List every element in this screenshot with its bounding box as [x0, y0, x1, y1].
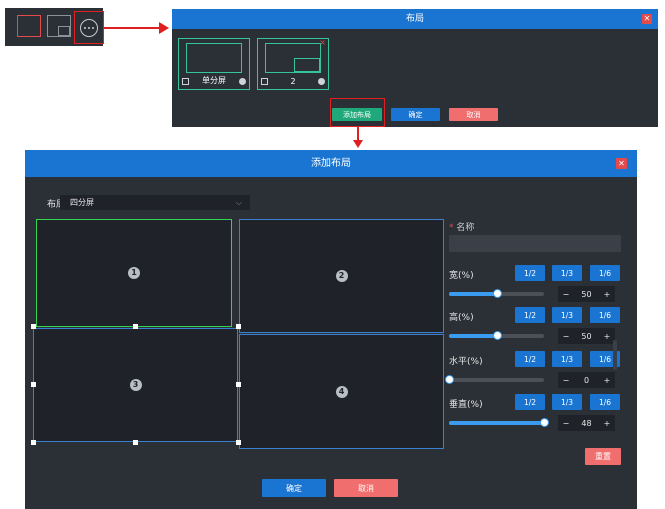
resize-handle[interactable]: [133, 440, 138, 445]
minus-button[interactable]: −: [558, 332, 574, 341]
callout-arrow-head: [353, 140, 363, 148]
slider-track[interactable]: [449, 289, 544, 298]
value-stepper: −50 +: [558, 286, 615, 302]
minus-button[interactable]: −: [558, 419, 574, 428]
minus-button[interactable]: −: [558, 290, 574, 299]
fraction-button[interactable]: 1/3: [552, 265, 582, 281]
value-stepper: −0 +: [558, 372, 615, 388]
slider-track[interactable]: [445, 375, 544, 384]
chevron-down-icon: ⌵: [235, 198, 242, 207]
resize-handle[interactable]: [31, 324, 36, 329]
plus-button[interactable]: +: [599, 290, 615, 299]
more-highlight-box: [74, 11, 104, 44]
add-layout-dialog: 添加布局 ✕ 布局 四分屏 ⌵ 2 4 3 1 * 名称 宽(%) 1/2 1/3 1…: [25, 150, 637, 509]
reset-button[interactable]: 重置: [585, 448, 621, 465]
slider-knob[interactable]: [445, 375, 454, 384]
plus-button[interactable]: +: [599, 376, 615, 385]
layout-dialog: 布局 ✕ 单分屏 × 2 添加布局 确定 取消: [172, 9, 658, 127]
resize-handle[interactable]: [236, 324, 241, 329]
pip-layout-icon[interactable]: [47, 15, 71, 37]
resize-handle[interactable]: [31, 382, 36, 387]
prop-label: 垂直(%): [449, 400, 483, 410]
single-screen-icon[interactable]: [17, 15, 41, 37]
close-icon[interactable]: ✕: [642, 14, 652, 24]
fraction-button[interactable]: 1/2: [515, 394, 545, 410]
fraction-button[interactable]: 1/6: [590, 394, 620, 410]
pane-number: 4: [335, 385, 348, 398]
prop-label: 水平(%): [449, 357, 483, 367]
pane-1[interactable]: 1: [36, 219, 232, 327]
slider-knob[interactable]: [492, 289, 502, 298]
fraction-button[interactable]: 1/6: [590, 265, 620, 281]
layout-select-value: 四分屏: [70, 198, 94, 207]
resize-handle[interactable]: [236, 440, 241, 445]
callout-arrow-head: [159, 22, 169, 34]
layout-dialog-header: 布局 ✕: [172, 9, 658, 29]
confirm-button[interactable]: 确定: [262, 479, 326, 497]
pane-number: 2: [335, 270, 348, 282]
add-layout-dialog-header: 添加布局 ✕: [25, 150, 637, 177]
layout-card-single[interactable]: 单分屏: [178, 38, 250, 90]
layout-sub-window: [294, 58, 320, 72]
slider-track[interactable]: [449, 331, 544, 340]
resize-handle[interactable]: [236, 382, 241, 387]
fraction-button[interactable]: 1/3: [552, 307, 582, 323]
confirm-button[interactable]: 确定: [391, 108, 440, 121]
fraction-button[interactable]: 1/2: [515, 265, 545, 281]
layout-thumbnail: [265, 43, 321, 73]
pane-3[interactable]: 3: [33, 328, 238, 442]
cancel-button[interactable]: 取消: [334, 479, 398, 497]
close-icon[interactable]: ✕: [616, 158, 627, 169]
layout-dialog-title: 布局: [405, 14, 424, 24]
gear-icon[interactable]: [318, 78, 325, 85]
name-label-text: 名称: [456, 223, 475, 233]
slider-knob[interactable]: [540, 418, 549, 427]
scrollbar[interactable]: [613, 340, 617, 370]
layout-card-2[interactable]: × 2: [257, 38, 329, 90]
add-layout-dialog-title: 添加布局: [311, 158, 351, 169]
layout-toolbar: [5, 8, 104, 46]
delete-icon[interactable]: ×: [319, 39, 326, 47]
prop-label: 宽(%): [449, 271, 474, 281]
slider-knob[interactable]: [492, 331, 502, 340]
resize-handle[interactable]: [31, 440, 36, 445]
stepper-value[interactable]: 50: [574, 332, 599, 341]
callout-arrow-line: [103, 27, 161, 29]
plus-button[interactable]: +: [599, 419, 615, 428]
name-input[interactable]: [449, 235, 621, 252]
value-stepper: −48 +: [558, 415, 615, 431]
fraction-button[interactable]: 1/2: [515, 307, 545, 323]
fraction-button[interactable]: 1/2: [515, 351, 545, 367]
fraction-button[interactable]: 1/3: [552, 394, 582, 410]
plus-button[interactable]: +: [599, 332, 615, 341]
prop-label: 高(%): [449, 313, 474, 323]
fraction-button[interactable]: 1/3: [552, 351, 582, 367]
more-icon[interactable]: [80, 19, 98, 37]
fraction-button[interactable]: 1/6: [590, 307, 620, 323]
slider-fill: [449, 334, 497, 338]
layout-thumbnail: [186, 43, 242, 73]
cancel-button[interactable]: 取消: [449, 108, 498, 121]
slider-fill: [449, 292, 497, 296]
pane-2[interactable]: 2: [239, 219, 444, 333]
stepper-value[interactable]: 48: [574, 419, 599, 428]
value-stepper: −50 +: [558, 328, 615, 344]
layout-select[interactable]: 四分屏 ⌵: [60, 195, 250, 210]
stepper-value[interactable]: 0: [574, 376, 599, 385]
slider-fill: [449, 421, 544, 425]
name-label: * 名称: [449, 220, 474, 233]
pane-4[interactable]: 4: [239, 334, 444, 449]
slider-track[interactable]: [449, 418, 549, 427]
minus-button[interactable]: −: [558, 376, 574, 385]
pip-sub-window: [58, 26, 70, 36]
add-layout-button[interactable]: 添加布局: [332, 108, 382, 121]
resize-handle[interactable]: [133, 324, 138, 329]
required-mark: *: [449, 223, 454, 233]
stepper-value[interactable]: 50: [574, 290, 599, 299]
pane-number: 3: [129, 379, 142, 391]
pane-number: 1: [128, 267, 140, 279]
layout-canvas[interactable]: 2 4 3 1: [31, 218, 445, 449]
gear-icon[interactable]: [239, 78, 246, 85]
